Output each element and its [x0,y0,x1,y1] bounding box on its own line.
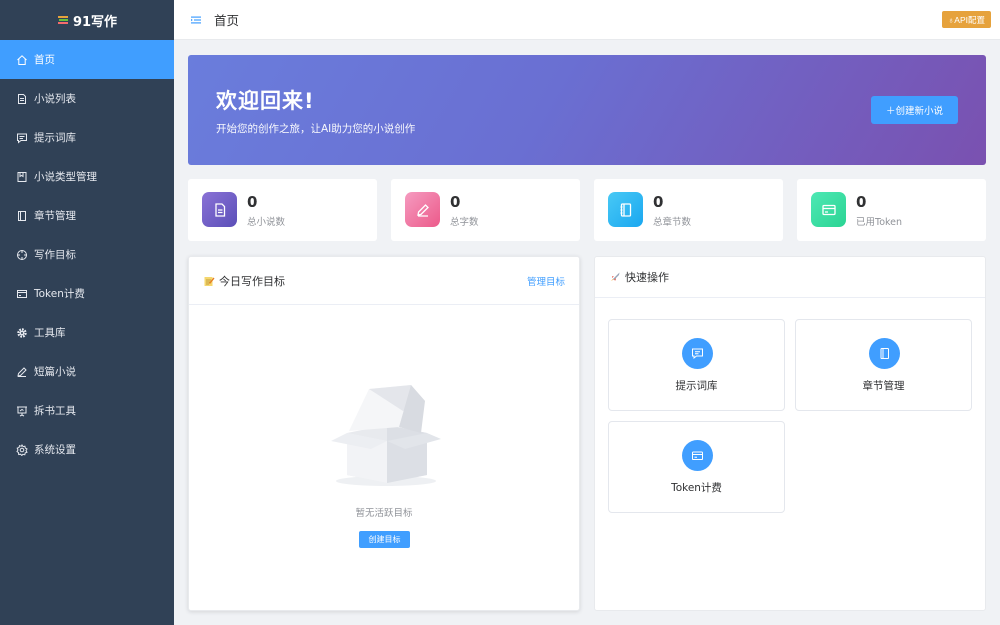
api-config-button[interactable]: ♁API配置 [941,11,991,28]
stat-value: 0 [450,193,461,211]
stat-label: 已用Token [856,217,903,228]
top-header: 首页 ♁API配置 [174,0,1000,40]
sidebar-item-novel-list[interactable]: 小说列表 [0,79,174,118]
welcome-title: 欢迎回来! [216,89,315,113]
notebook-icon [620,202,631,217]
sidebar-item-token-billing[interactable]: Token计费 [0,274,174,313]
quick-action-token-billing[interactable]: Token计费 [608,421,785,513]
books-icon [57,16,68,24]
notebook-icon [880,348,889,359]
pen-icon [16,366,28,378]
sidebar-item-short-stories[interactable]: 短篇小说 [0,352,174,391]
stat-value: 0 [247,193,258,211]
quick-actions-panel: 快速操作 提示词库 章节管理 Token计费 [594,256,986,611]
app-name: 91写作 [72,14,118,30]
sidebar-item-label: 小说类型管理 [34,171,97,183]
quick-action-chapters[interactable]: 章节管理 [795,319,972,411]
sidebar-item-chapters[interactable]: 章节管理 [0,196,174,235]
document-icon [214,202,225,217]
quick-action-label: Token计费 [671,482,722,494]
quick-action-label: 提示词库 [675,380,718,392]
quick-icon-circle [869,338,900,369]
rocket-icon [609,271,621,283]
stat-value: 0 [653,193,664,211]
page-title: 首页 [214,13,240,28]
quick-action-prompts[interactable]: 提示词库 [608,319,785,411]
presentation-icon [16,405,28,417]
welcome-subtitle: 开始您的创作之旅，让AI助力您的小说创作 [216,123,416,135]
chat-icon [16,132,28,144]
quick-icon-circle [682,338,713,369]
pen-icon [416,203,429,217]
sidebar-item-label: 小说列表 [34,93,76,105]
create-novel-button[interactable]: ＋创建新小说 [871,96,958,124]
sidebar-item-tools[interactable]: 工具库 [0,313,174,352]
stat-icon-bg [608,192,643,227]
today-goal-panel: 今日写作目标 管理目标 暂无活跃目标 创建目标 [188,256,580,611]
stat-label: 总章节数 [653,217,692,228]
empty-box-illustration [331,385,441,486]
panel-header: 今日写作目标 管理目标 [189,257,579,305]
sidebar-item-label: Token计费 [34,288,85,300]
notebook-icon [16,210,28,222]
sidebar-item-label: 写作目标 [34,249,76,261]
stat-icon-bg [405,192,440,227]
bookmark-icon [16,171,28,183]
sidebar-item-genres[interactable]: 小说类型管理 [0,157,174,196]
stat-card-words: 0 总字数 [391,179,580,241]
manage-goals-link[interactable]: 管理目标 [527,274,565,288]
stat-label: 总字数 [450,217,479,228]
sidebar-item-label: 提示词库 [34,132,76,144]
collapse-menu-icon[interactable] [190,14,202,26]
sidebar-item-settings[interactable]: 系统设置 [0,430,174,469]
target-icon [16,249,28,261]
app-logo[interactable]: 91写作 [0,0,174,40]
panel-title: 快速操作 [625,271,669,284]
panel-header: 快速操作 [595,257,985,298]
stat-card-tokens: 0 已用Token [797,179,986,241]
sidebar-item-book-analysis[interactable]: 拆书工具 [0,391,174,430]
sidebar-item-home[interactable]: 首页 [0,40,174,79]
chat-icon [692,348,703,360]
stat-value: 0 [856,193,867,211]
card-icon [16,288,28,300]
sidebar-item-label: 首页 [34,54,55,66]
stat-card-chapters: 0 总章节数 [594,179,783,241]
card-icon [692,451,703,460]
sidebar: 91写作 首页 小说列表 提示词库 小说类型管理 章节管理 写作目标 Token… [0,0,174,625]
settings-icon [16,443,28,456]
empty-state-text: 暂无活跃目标 [355,508,413,519]
stat-card-novels: 0 总小说数 [188,179,377,241]
home-icon [16,54,28,66]
sidebar-item-label: 章节管理 [34,210,76,222]
quick-action-label: 章节管理 [862,380,905,392]
sidebar-item-goals[interactable]: 写作目标 [0,235,174,274]
quick-icon-circle [682,440,713,471]
stat-icon-bg [202,192,237,227]
sidebar-nav: 首页 小说列表 提示词库 小说类型管理 章节管理 写作目标 Token计费 工具… [0,40,174,469]
sidebar-item-label: 工具库 [34,327,66,339]
sidebar-item-label: 短篇小说 [34,366,76,378]
sidebar-item-prompts[interactable]: 提示词库 [0,118,174,157]
welcome-banner: 欢迎回来! 开始您的创作之旅，让AI助力您的小说创作 ＋创建新小说 [188,55,986,165]
stat-icon-bg [811,192,846,227]
document-icon [16,93,28,105]
card-icon [821,204,836,215]
panel-title: 今日写作目标 [219,274,285,288]
gear-icon [16,327,28,339]
sidebar-item-label: 拆书工具 [34,405,76,417]
sidebar-item-label: 系统设置 [34,444,76,456]
memo-icon [203,275,215,287]
stat-label: 总小说数 [247,217,286,228]
create-goal-button[interactable]: 创建目标 [359,531,410,548]
